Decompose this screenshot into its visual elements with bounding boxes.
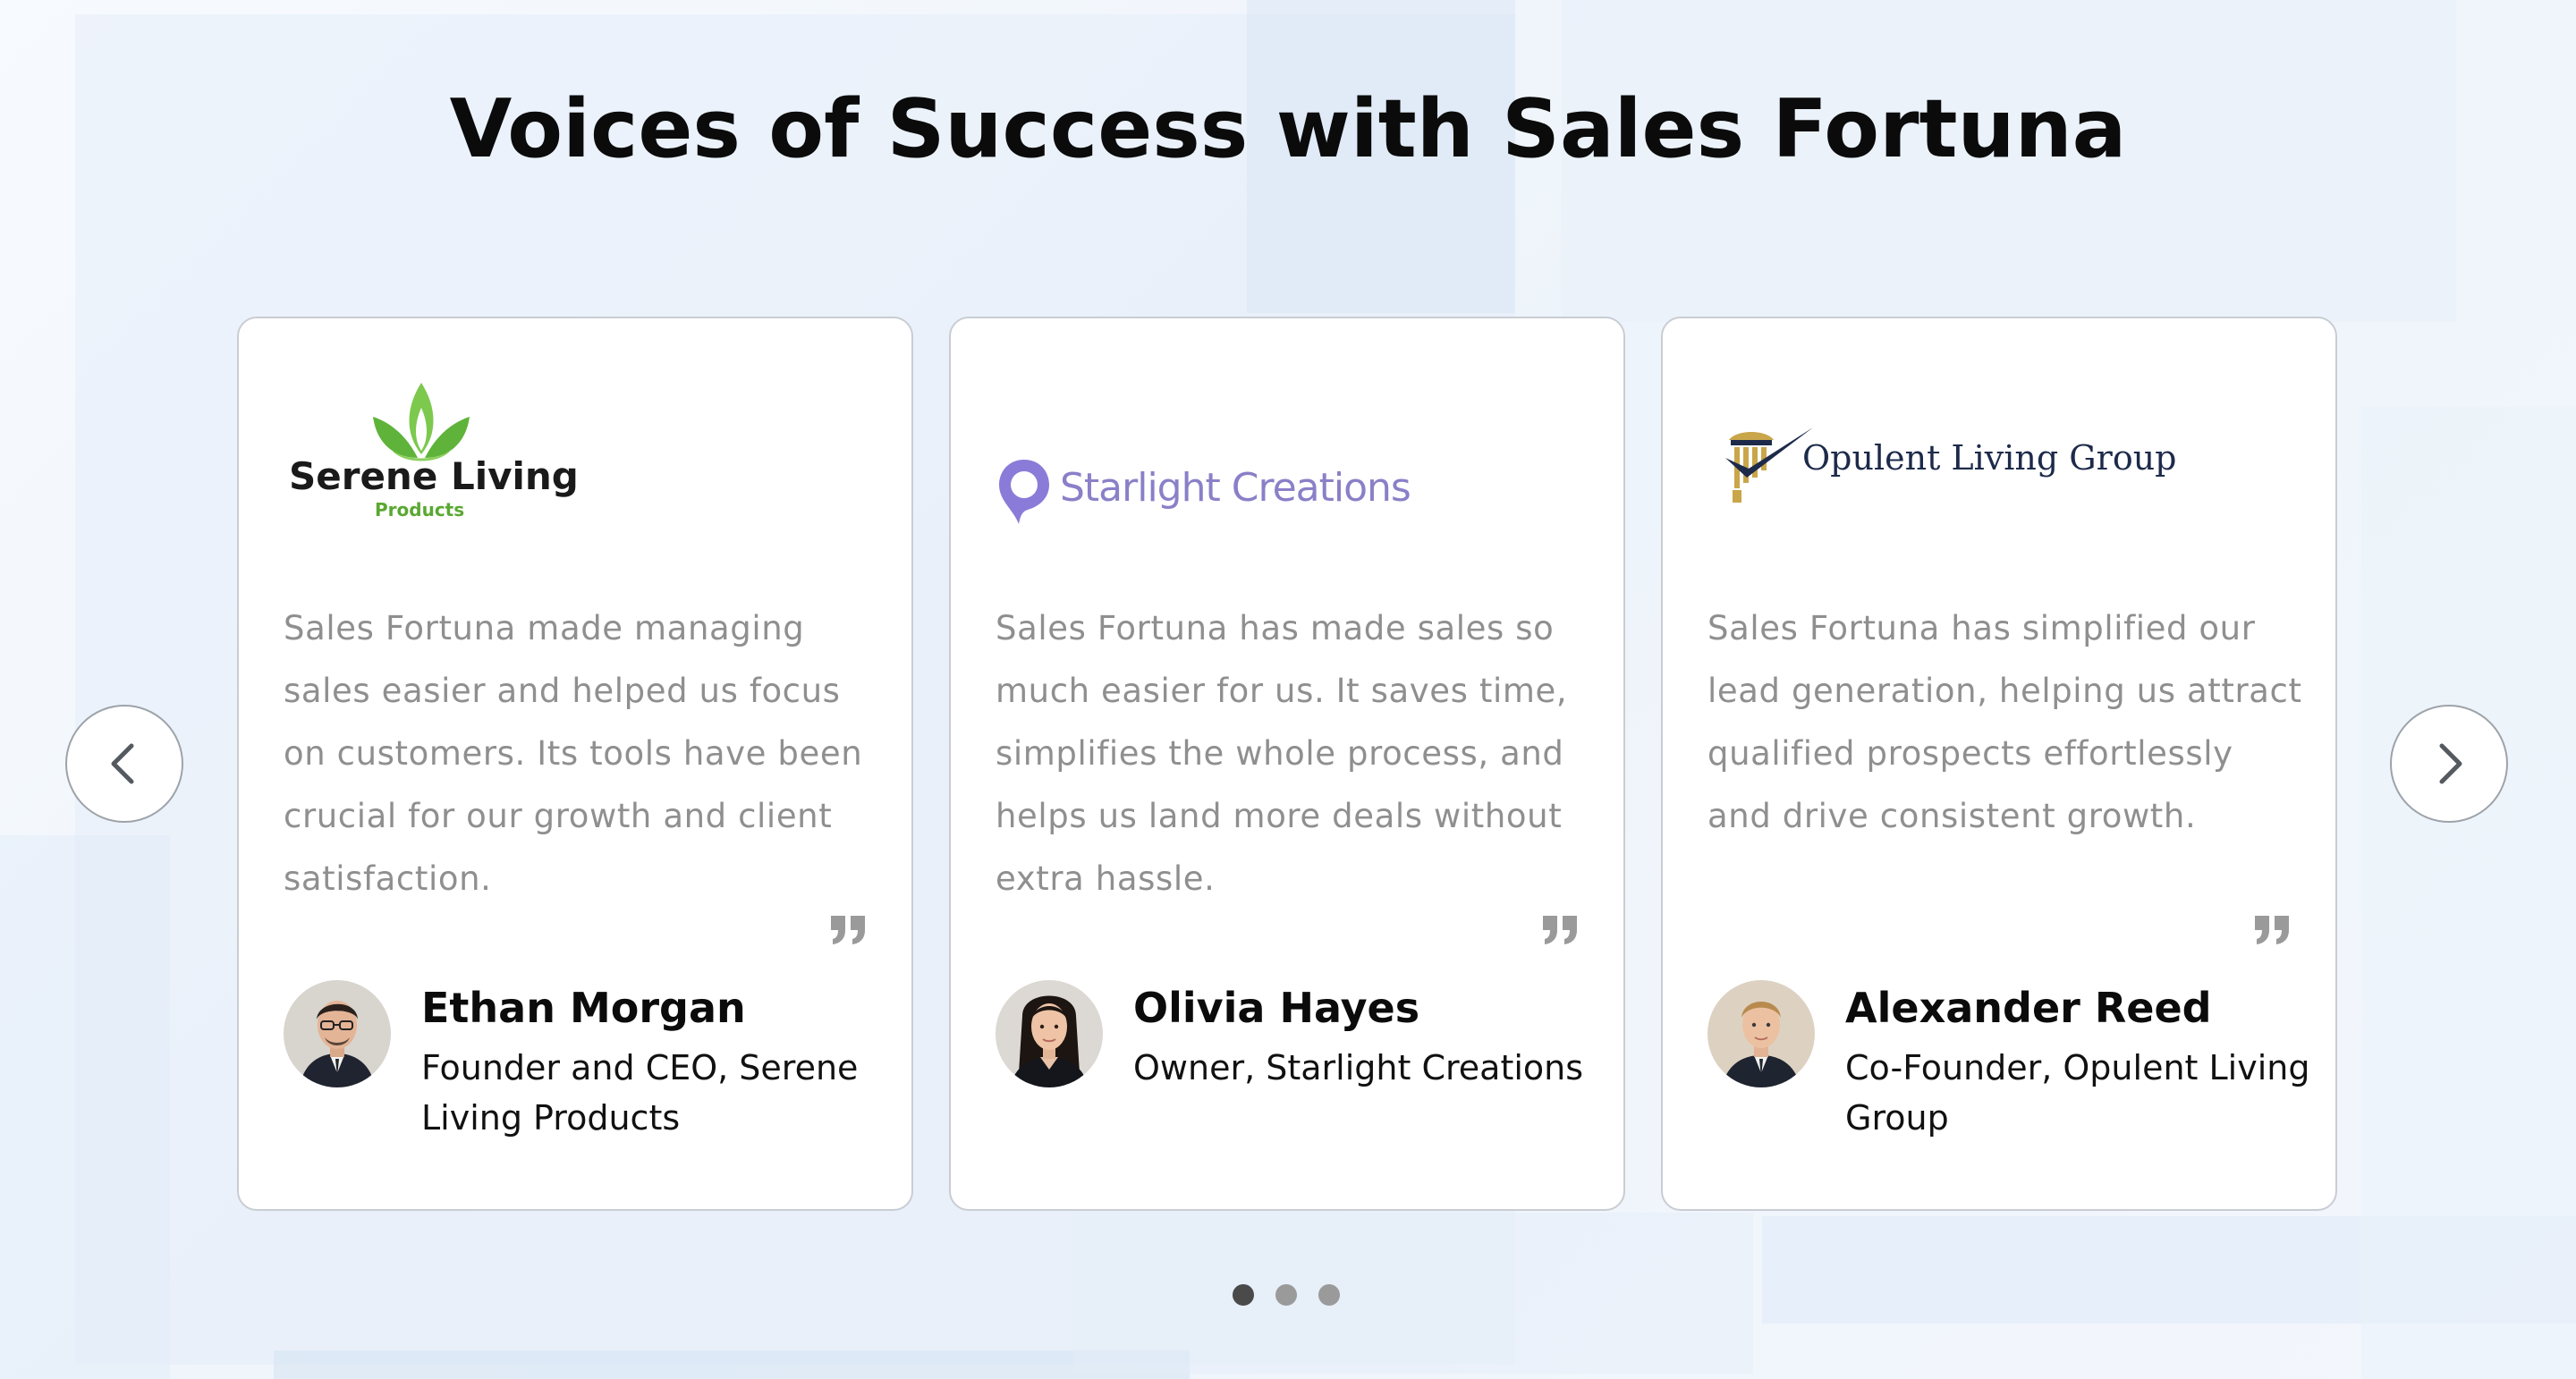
location-pin-icon: [999, 460, 1049, 524]
logo-subtext: Products: [375, 499, 465, 520]
logo-text: Opulent Living Group: [1802, 438, 2177, 478]
person-role: Co-Founder, Opulent Living Group: [1845, 1048, 2310, 1138]
pagination-dot[interactable]: [1318, 1284, 1340, 1306]
background-panel: [274, 1350, 1190, 1379]
quote-icon: [831, 916, 865, 944]
logo-text: Serene Living: [289, 454, 579, 498]
testimonial-quote: Sales Fortuna has simplified our lead ge…: [1707, 609, 2302, 835]
avatar: [1707, 980, 1815, 1087]
quote-icon: [1543, 916, 1577, 944]
quote-icon: [2255, 916, 2289, 944]
testimonial-card: Serene Living Products Sales Fortuna mad…: [237, 317, 913, 1211]
background-panel: [2361, 406, 2576, 1379]
testimonial-quote: Sales Fortuna made managing sales easier…: [284, 609, 863, 898]
testimonial-card: Starlight Creations Sales Fortuna has ma…: [949, 317, 1625, 1211]
company-logo-opulent-living-group: Opulent Living Group: [1707, 372, 2280, 551]
carousel-prev-button[interactable]: [65, 705, 183, 823]
company-logo-serene-living: Serene Living Products: [284, 372, 856, 551]
pagination-dot-active[interactable]: [1233, 1284, 1254, 1306]
testimonial-quote: Sales Fortuna has made sales so much eas…: [996, 609, 1568, 898]
background-panel: [1073, 1213, 1753, 1374]
pagination-dot[interactable]: [1275, 1284, 1297, 1306]
person-role: Owner, Starlight Creations: [1133, 1048, 1584, 1087]
person-name: Ethan Morgan: [421, 984, 746, 1032]
avatar: [996, 980, 1103, 1087]
background-panel: [0, 835, 170, 1379]
person-name: Alexander Reed: [1845, 984, 2212, 1032]
testimonial-card: Opulent Living Group Sales Fortuna has s…: [1661, 317, 2337, 1211]
avatar: [284, 980, 391, 1087]
company-logo-starlight-creations: Starlight Creations: [996, 372, 1568, 551]
chevron-right-icon: [2439, 743, 2462, 784]
person-role: Founder and CEO, Serene Living Products: [421, 1048, 859, 1138]
person-name: Olivia Hayes: [1133, 984, 1420, 1032]
section-title: Voices of Success with Sales Fortuna: [449, 82, 2127, 176]
chevron-left-icon: [111, 743, 134, 784]
logo-text: Starlight Creations: [1060, 465, 1411, 511]
carousel-next-button[interactable]: [2390, 705, 2508, 823]
